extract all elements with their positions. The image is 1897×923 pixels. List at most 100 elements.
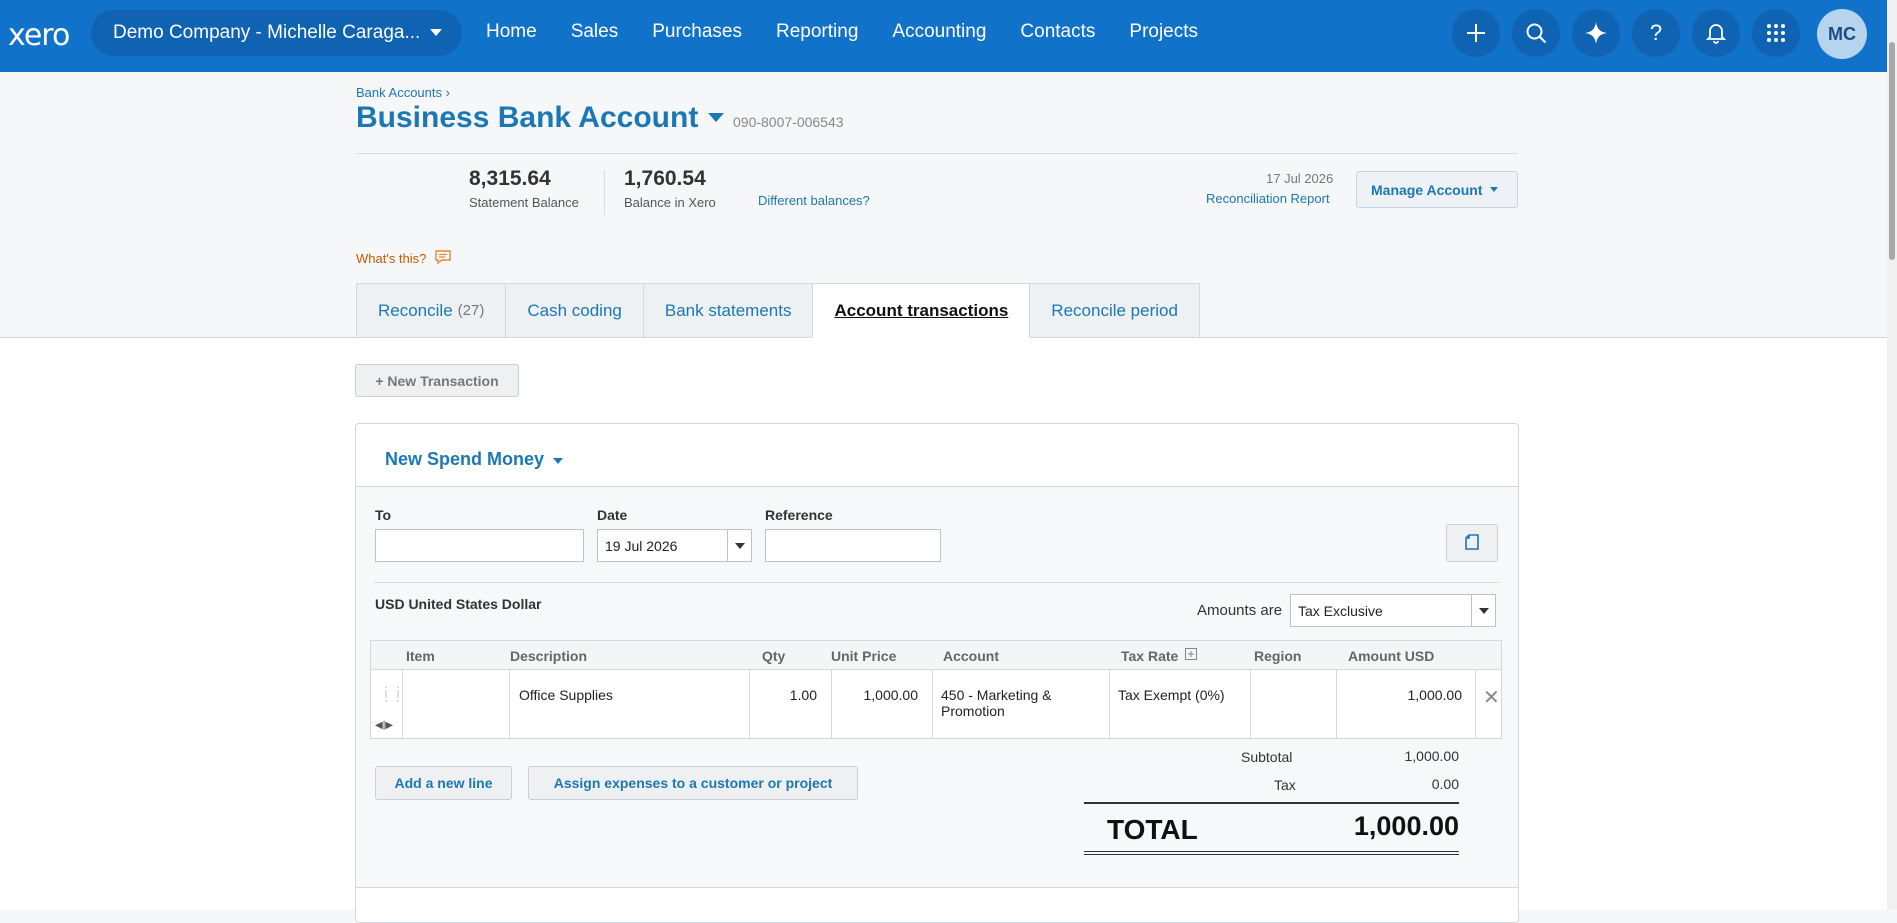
amounts-are-select[interactable]: Tax Exclusive bbox=[1290, 594, 1496, 627]
nav-home[interactable]: Home bbox=[469, 21, 554, 43]
tab-reconcile-period[interactable]: Reconcile period bbox=[1029, 283, 1200, 338]
xero-balance: 1,760.54 Balance in Xero bbox=[624, 167, 716, 210]
chevron-down-icon bbox=[1478, 607, 1489, 614]
account-number: 090-8007-006543 bbox=[733, 114, 844, 130]
statement-balance-value: 8,315.64 bbox=[469, 167, 551, 190]
xero-balance-label: Balance in Xero bbox=[624, 195, 716, 210]
tab-cash-coding[interactable]: Cash coding bbox=[505, 283, 643, 338]
date-label: Date bbox=[597, 507, 628, 523]
xero-logo[interactable]: xero bbox=[8, 18, 70, 53]
date-dropdown-button[interactable] bbox=[727, 530, 751, 561]
drag-handle-icon[interactable]: ⋮⋮ ⋮⋮ bbox=[380, 685, 404, 706]
avatar[interactable]: MC bbox=[1817, 9, 1867, 59]
page-scrollbar[interactable] bbox=[1887, 0, 1897, 910]
region-cell[interactable] bbox=[1250, 670, 1336, 738]
nav-contacts[interactable]: Contacts bbox=[1003, 21, 1112, 43]
statement-balance: 8,315.64 Statement Balance bbox=[469, 167, 579, 210]
tab-label: Reconcile period bbox=[1051, 300, 1178, 320]
description-cell[interactable]: Office Supplies bbox=[509, 670, 749, 738]
expand-column-icon[interactable] bbox=[1185, 647, 1197, 663]
reconciliation-date: 17 Jul 2026 bbox=[1266, 171, 1334, 186]
chevron-down-icon bbox=[553, 458, 564, 464]
nav-sales[interactable]: Sales bbox=[554, 21, 636, 43]
nav-projects[interactable]: Projects bbox=[1112, 21, 1215, 43]
new-transaction-button[interactable]: + New Transaction bbox=[355, 364, 519, 397]
item-cell[interactable] bbox=[402, 670, 509, 738]
divider bbox=[604, 170, 605, 215]
assign-expenses-button[interactable]: Assign expenses to a customer or project bbox=[528, 766, 858, 800]
column-region: Region bbox=[1254, 648, 1302, 664]
apps-grid-icon[interactable] bbox=[1752, 9, 1800, 57]
reference-field[interactable] bbox=[765, 529, 941, 562]
add-line-button[interactable]: Add a new line bbox=[375, 766, 512, 800]
speech-bubble-icon bbox=[434, 249, 452, 268]
unit-price-cell[interactable]: 1,000.00 bbox=[831, 670, 932, 738]
column-qty: Qty bbox=[762, 648, 786, 664]
xero-balance-value: 1,760.54 bbox=[624, 167, 706, 190]
date-field[interactable]: 19 Jul 2026 bbox=[597, 529, 752, 562]
search-icon[interactable] bbox=[1512, 9, 1560, 57]
tab-label: Reconcile bbox=[378, 300, 453, 320]
tax-value: 0.00 bbox=[1431, 776, 1459, 792]
chevron-down-icon[interactable] bbox=[708, 113, 724, 122]
breadcrumb[interactable]: Bank Accounts › bbox=[356, 85, 450, 100]
divider bbox=[356, 153, 1518, 154]
total-value: 1,000.00 bbox=[1353, 811, 1459, 841]
sparkle-icon[interactable] bbox=[1572, 9, 1620, 57]
organisation-name: Demo Company - Michelle Caraga... bbox=[113, 22, 421, 43]
different-balances-link[interactable]: Different balances? bbox=[758, 193, 870, 208]
tax-rate-cell[interactable]: Tax Exempt (0%) bbox=[1109, 670, 1250, 738]
nav-purchases[interactable]: Purchases bbox=[635, 21, 759, 43]
tab-bank-statements[interactable]: Bank statements bbox=[642, 283, 813, 338]
reference-label: Reference bbox=[765, 507, 833, 523]
bell-icon[interactable] bbox=[1692, 9, 1740, 57]
tab-reconcile[interactable]: Reconcile (27) bbox=[356, 283, 506, 338]
amount-cell[interactable]: 1,000.00 bbox=[1336, 670, 1475, 738]
main-nav: Home Sales Purchases Reporting Accountin… bbox=[469, 0, 1215, 64]
table-row: ⋮⋮ ⋮⋮ ◀|▶ Office Supplies 1.00 1,000.00 4… bbox=[371, 670, 1501, 738]
scrollbar-thumb[interactable] bbox=[1889, 42, 1895, 260]
tab-label: Account transactions bbox=[834, 300, 1009, 320]
tab-label: Bank statements bbox=[664, 300, 792, 320]
divider bbox=[356, 887, 1518, 888]
transaction-type-label: New Spend Money bbox=[385, 449, 545, 469]
tab-count: (27) bbox=[457, 302, 485, 319]
total-double-rule bbox=[1084, 851, 1459, 852]
manage-account-button[interactable]: Manage Account bbox=[1356, 171, 1518, 208]
total-rule bbox=[1084, 802, 1459, 804]
nav-icon-group: ? bbox=[1452, 9, 1812, 57]
table-header: Item Description Qty Unit Price Account … bbox=[371, 641, 1501, 670]
page-title[interactable]: Business Bank Account bbox=[356, 101, 698, 135]
column-account: Account bbox=[943, 648, 999, 664]
spend-money-panel: New Spend Money To Date 19 Jul 2026 Refe… bbox=[355, 423, 1519, 923]
reconciliation-report-link[interactable]: Reconciliation Report bbox=[1206, 191, 1330, 206]
transaction-type-dropdown[interactable]: New Spend Money bbox=[385, 449, 564, 470]
whats-this-label: What's this? bbox=[356, 251, 427, 266]
column-description: Description bbox=[510, 648, 588, 664]
whats-this-link[interactable]: What's this? bbox=[356, 249, 452, 268]
divider bbox=[374, 582, 1500, 583]
nav-accounting[interactable]: Accounting bbox=[875, 21, 1003, 43]
panel-header: New Spend Money bbox=[356, 424, 1518, 487]
tab-account-transactions[interactable]: Account transactions bbox=[812, 283, 1030, 338]
amounts-are-dropdown-button[interactable] bbox=[1471, 595, 1495, 626]
close-icon[interactable]: ✕ bbox=[1483, 685, 1500, 710]
plus-icon[interactable] bbox=[1452, 9, 1500, 57]
to-label: To bbox=[375, 507, 392, 523]
total-double-rule bbox=[1084, 854, 1459, 855]
nav-reporting[interactable]: Reporting bbox=[759, 21, 875, 43]
statement-balance-label: Statement Balance bbox=[469, 195, 579, 210]
qty-cell[interactable]: 1.00 bbox=[749, 670, 831, 738]
line-items-table: Item Description Qty Unit Price Account … bbox=[370, 640, 1502, 739]
chevron-down-icon bbox=[430, 29, 442, 36]
to-field[interactable] bbox=[375, 529, 584, 562]
amounts-are-value: Tax Exclusive bbox=[1298, 602, 1383, 619]
help-icon[interactable]: ? bbox=[1632, 9, 1680, 57]
attach-file-button[interactable] bbox=[1446, 524, 1498, 562]
document-icon bbox=[1465, 534, 1479, 550]
chevron-down-icon bbox=[734, 542, 745, 549]
manage-account-label: Manage Account bbox=[1371, 181, 1483, 198]
organisation-switcher[interactable]: Demo Company - Michelle Caraga... bbox=[91, 10, 462, 56]
row-scroll-arrows-icon[interactable]: ◀|▶ bbox=[375, 720, 393, 731]
account-cell[interactable]: 450 - Marketing & Promotion bbox=[932, 670, 1109, 738]
